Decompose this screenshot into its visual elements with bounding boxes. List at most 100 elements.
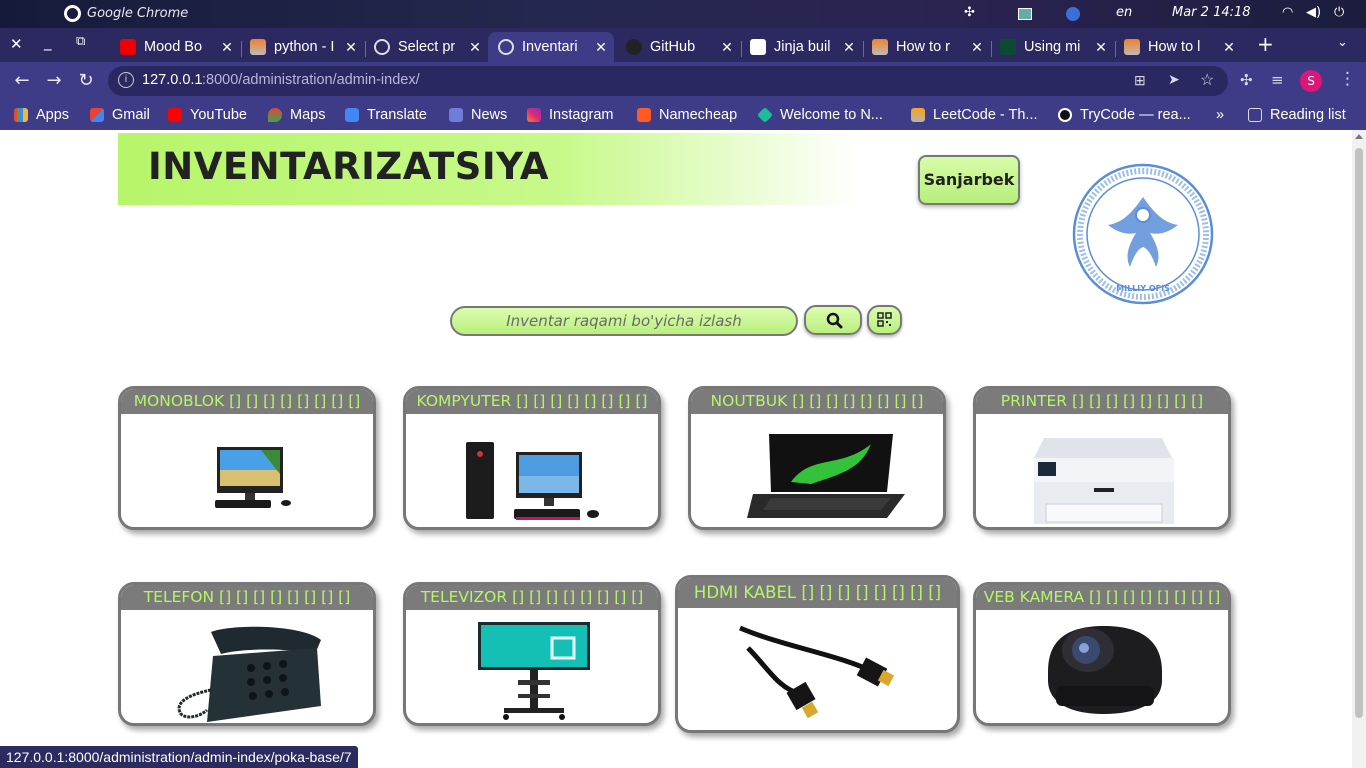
tab-search-chevron-down-icon[interactable]: ⌄ xyxy=(1337,35,1348,50)
globe-icon xyxy=(498,39,514,55)
qr-scan-button[interactable] xyxy=(867,305,902,335)
more-bookmarks-chevron-icon[interactable]: » xyxy=(1216,105,1224,125)
bookmark-star-icon[interactable]: ☆ xyxy=(1200,70,1214,90)
qr-code-icon xyxy=(877,312,892,327)
reload-icon[interactable]: ↻ xyxy=(74,70,98,91)
bookmark-gmail[interactable]: Gmail xyxy=(90,105,150,125)
close-tab-icon[interactable]: ✕ xyxy=(968,39,986,56)
bookmark-maps[interactable]: Maps xyxy=(268,105,325,125)
bookmark-translate[interactable]: Translate xyxy=(345,105,427,125)
github-icon xyxy=(626,39,642,55)
search-icon xyxy=(826,312,843,329)
close-tab-icon[interactable]: ✕ xyxy=(840,39,858,56)
profile-avatar[interactable]: S xyxy=(1300,70,1322,92)
inventory-search-input[interactable] xyxy=(450,306,798,336)
card-title: HDMI KABEL [] [] [] [] [] [] [] [] xyxy=(678,578,957,608)
language-indicator[interactable]: en xyxy=(1116,5,1132,20)
seal-text: MILLIY OFIS xyxy=(1116,284,1170,293)
translate-icon[interactable]: ⊞ xyxy=(1134,72,1146,89)
close-tab-icon[interactable]: ✕ xyxy=(1220,39,1238,56)
card-title: TELEVIZOR [] [] [] [] [] [] [] [] xyxy=(406,585,658,610)
extensions-icon[interactable]: ✣ xyxy=(1240,71,1253,89)
os-top-bar: Google Chrome ✣ en Mar 2 14:18 ◠ ◀) ⏻ xyxy=(0,0,1366,28)
category-card-veb-kamera[interactable]: VEB KAMERA [] [] [] [] [] [] [] [] xyxy=(973,582,1231,726)
wifi-icon[interactable]: ◠ xyxy=(1282,5,1293,20)
stackoverflow-icon xyxy=(872,39,888,55)
card-title: KOMPYUTER [] [] [] [] [] [] [] [] xyxy=(406,389,658,414)
category-card-televizor[interactable]: TELEVIZOR [] [] [] [] [] [] [] [] xyxy=(403,582,661,726)
category-card-printer[interactable]: PRINTER [] [] [] [] [] [] [] [] xyxy=(973,386,1231,530)
bookmark-leetcode[interactable]: LeetCode - Th... xyxy=(911,105,1038,125)
close-tab-icon[interactable]: ✕ xyxy=(342,39,360,56)
header-banner: INVENTARIZATSIYA xyxy=(118,133,858,205)
new-tab-icon[interactable]: + xyxy=(1257,32,1274,56)
volume-icon[interactable]: ◀) xyxy=(1306,5,1321,20)
apps-grid-icon xyxy=(14,108,28,122)
bookmark-youtube[interactable]: YouTube xyxy=(168,105,247,125)
back-icon[interactable]: ← xyxy=(10,70,34,91)
bookmark-apps[interactable]: Apps xyxy=(14,105,69,125)
url-host: 127.0.0.1 xyxy=(142,72,203,88)
tab-github[interactable]: GitHub ✕ xyxy=(616,32,740,62)
media-control-icon[interactable]: ≡ xyxy=(1271,71,1284,89)
category-card-telefon[interactable]: TELEFON [] [] [] [] [] [] [] [] xyxy=(118,582,376,726)
bookmark-welcome[interactable]: Welcome to N... xyxy=(757,105,883,125)
bookmark-news[interactable]: News xyxy=(449,105,507,125)
tab-inventarizatsiya[interactable]: Inventari ✕ xyxy=(488,32,614,62)
extensions-tray-icon[interactable]: ✣ xyxy=(964,5,975,20)
site-info-icon[interactable]: i xyxy=(118,72,134,88)
category-card-kompyuter[interactable]: KOMPYUTER [] [] [] [] [] [] [] [] xyxy=(403,386,661,530)
computer-image xyxy=(406,414,658,527)
bookmark-namecheap[interactable]: Namecheap xyxy=(637,105,737,125)
close-tab-icon[interactable]: ✕ xyxy=(1092,39,1110,56)
power-icon[interactable]: ⏻ xyxy=(1334,5,1344,20)
tv-image xyxy=(406,610,658,723)
forward-icon[interactable]: → xyxy=(42,70,66,91)
app-name: Google Chrome xyxy=(87,6,189,21)
close-tab-icon[interactable]: ✕ xyxy=(718,39,736,56)
screen-tray-icon[interactable] xyxy=(1018,8,1032,20)
close-window-icon[interactable]: ✕ xyxy=(10,35,23,53)
diamond-icon xyxy=(757,107,773,123)
tab-jinja[interactable]: Jinja buil ✕ xyxy=(740,32,862,62)
vpn-tray-icon[interactable] xyxy=(1066,7,1080,21)
scroll-up-icon[interactable] xyxy=(1355,134,1363,139)
card-title: PRINTER [] [] [] [] [] [] [] [] xyxy=(976,389,1228,414)
tab-mood-board[interactable]: Mood Bo ✕ xyxy=(110,32,240,62)
menu-kebab-icon[interactable]: ⋮ xyxy=(1339,69,1356,89)
clock[interactable]: Mar 2 14:18 xyxy=(1172,5,1251,20)
stackoverflow-icon xyxy=(1124,39,1140,55)
scrollbar-thumb[interactable] xyxy=(1355,148,1363,718)
maximize-window-icon[interactable]: ⧉ xyxy=(76,34,85,49)
leetcode-icon xyxy=(911,108,925,122)
user-button[interactable]: Sanjarbek xyxy=(918,155,1020,205)
youtube-icon xyxy=(168,108,182,122)
minimize-window-icon[interactable]: _ xyxy=(44,33,52,51)
news-icon xyxy=(449,108,463,122)
tab-python[interactable]: python - I ✕ xyxy=(240,32,364,62)
telephone-image xyxy=(121,610,373,723)
instagram-icon xyxy=(527,108,541,122)
close-tab-icon[interactable]: ✕ xyxy=(592,39,610,56)
category-card-monoblok[interactable]: MONOBLOK [] [] [] [] [] [] [] [] xyxy=(118,386,376,530)
tab-select[interactable]: Select pr ✕ xyxy=(364,32,488,62)
laptop-image xyxy=(691,414,943,527)
category-card-noutbuk[interactable]: NOUTBUK [] [] [] [] [] [] [] [] xyxy=(688,386,946,530)
tab-how-to-l[interactable]: How to l ✕ xyxy=(1114,32,1242,62)
card-title: MONOBLOK [] [] [] [] [] [] [] [] xyxy=(121,389,373,414)
reading-list[interactable]: Reading list xyxy=(1248,105,1346,125)
category-card-hdmi-kabel[interactable]: HDMI KABEL [] [] [] [] [] [] [] [] xyxy=(675,575,960,733)
search-button[interactable] xyxy=(804,305,862,335)
address-bar[interactable]: i 127.0.0.1 :8000/administration/admin-i… xyxy=(108,66,1228,96)
youtube-icon xyxy=(120,39,136,55)
page-scrollbar[interactable] xyxy=(1352,130,1366,768)
tab-using-mi[interactable]: Using mi ✕ xyxy=(990,32,1114,62)
status-bar-link-preview: 127.0.0.1:8000/administration/admin-inde… xyxy=(0,746,358,768)
close-tab-icon[interactable]: ✕ xyxy=(218,39,236,56)
bookmark-instagram[interactable]: Instagram xyxy=(527,105,613,125)
send-icon[interactable]: ➤ xyxy=(1168,71,1180,88)
bookmark-trycode[interactable]: TryCode — rea... xyxy=(1058,105,1191,125)
close-tab-icon[interactable]: ✕ xyxy=(466,39,484,56)
printer-image xyxy=(976,414,1228,527)
tab-how-to-r[interactable]: How to r ✕ xyxy=(862,32,990,62)
